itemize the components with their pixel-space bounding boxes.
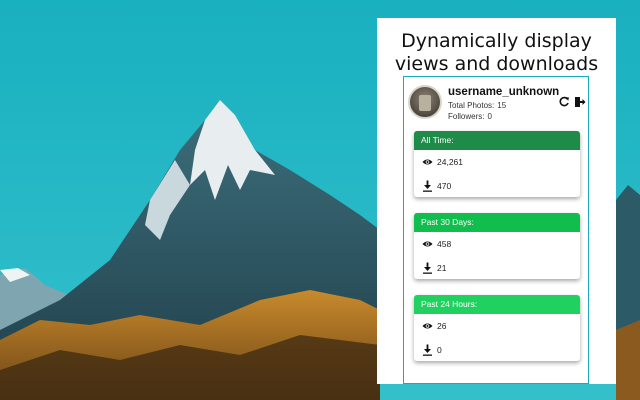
extension-popup: username_unknown Total Photos: 15 Followe… bbox=[403, 76, 589, 384]
downloads-count: 0 bbox=[437, 345, 442, 355]
views-count: 24,261 bbox=[437, 157, 463, 167]
followers: Followers: 0 bbox=[448, 112, 492, 121]
promo-panel: Dynamically display views and downloads … bbox=[377, 18, 616, 384]
stats-card-past-30-days: Past 30 Days: 458 21 bbox=[414, 213, 580, 279]
card-title: Past 24 Hours: bbox=[414, 295, 580, 314]
avatar bbox=[408, 85, 442, 119]
logout-icon bbox=[575, 97, 586, 107]
download-icon bbox=[423, 344, 432, 356]
eye-icon bbox=[422, 323, 433, 329]
headline-line-2: views and downloads bbox=[394, 53, 599, 75]
card-title: Past 30 Days: bbox=[414, 213, 580, 232]
followers-label: Followers: bbox=[448, 112, 485, 121]
download-icon bbox=[423, 180, 432, 192]
downloads-count: 21 bbox=[437, 263, 447, 273]
stats-card-past-24-hours: Past 24 Hours: 26 0 bbox=[414, 295, 580, 361]
total-photos: Total Photos: 15 bbox=[448, 101, 506, 110]
total-photos-label: Total Photos: bbox=[448, 101, 495, 110]
download-icon bbox=[423, 262, 432, 274]
refresh-icon bbox=[559, 96, 569, 107]
headline: Dynamically display views and downloads bbox=[377, 30, 616, 76]
total-photos-value: 15 bbox=[497, 101, 507, 110]
eye-icon bbox=[422, 159, 433, 165]
downloads-count: 470 bbox=[437, 181, 452, 191]
logout-button[interactable] bbox=[574, 95, 586, 107]
stats-card-all-time: All Time: 24,261 470 bbox=[414, 131, 580, 197]
username: username_unknown bbox=[448, 86, 560, 98]
headline-line-1: Dynamically display bbox=[401, 30, 592, 52]
profile-header: username_unknown Total Photos: 15 Followe… bbox=[408, 83, 588, 123]
views-count: 26 bbox=[437, 321, 447, 331]
followers-value: 0 bbox=[487, 112, 492, 121]
refresh-button[interactable] bbox=[558, 95, 570, 107]
eye-icon bbox=[422, 241, 433, 247]
card-title: All Time: bbox=[414, 131, 580, 150]
views-count: 458 bbox=[437, 239, 452, 249]
